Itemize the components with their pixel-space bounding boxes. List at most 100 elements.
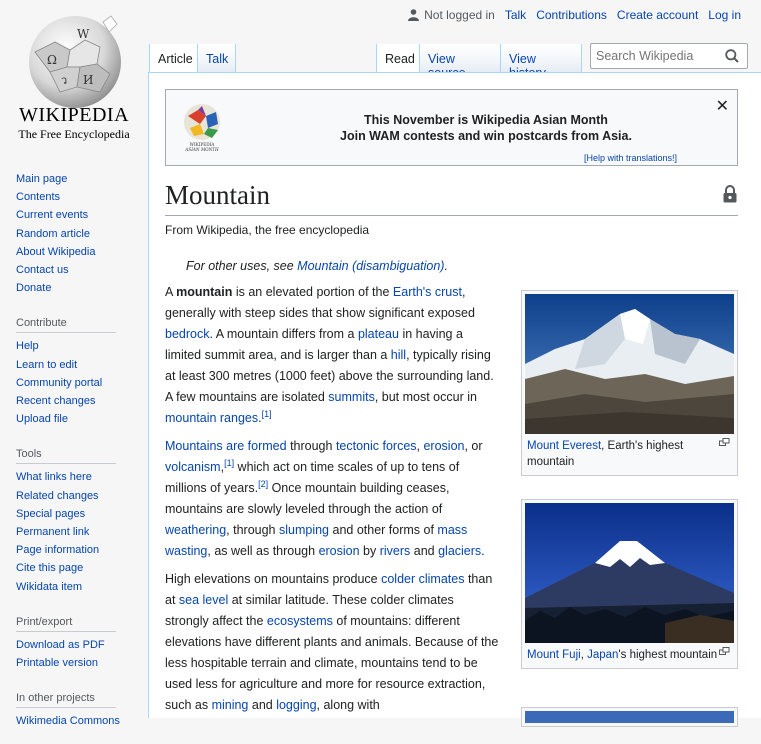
sidebar-item-cite-this-page: Cite this page	[16, 559, 148, 577]
talk-link[interactable]: Talk	[505, 8, 526, 22]
link-mountain-ranges[interactable]: mountain ranges	[165, 411, 258, 425]
mount-everest-link[interactable]: Mount Everest	[527, 440, 601, 452]
sidebar-link[interactable]: Special pages	[16, 508, 85, 520]
link-tectonic-forces[interactable]: tectonic forces	[336, 439, 417, 453]
link-volcanism[interactable]: volcanism	[165, 460, 221, 474]
help-translations-link[interactable]: [Help with translations!]	[584, 153, 677, 163]
search-icon[interactable]	[725, 49, 739, 63]
sidebar-link[interactable]: Contact us	[16, 264, 69, 276]
tab-view-source[interactable]: View source	[420, 44, 501, 80]
personal-tools: Not logged in Talk Contributions Create …	[408, 8, 741, 22]
tab-view-history[interactable]: View history	[501, 44, 582, 80]
mount-fuji-link[interactable]: Mount Fuji	[527, 649, 581, 661]
sidebar-item-permanent-link: Permanent link	[16, 523, 148, 541]
hatnote-prefix: For other uses, see	[186, 259, 298, 273]
sidebar-link[interactable]: Learn to edit	[16, 359, 77, 371]
content-area: WIKIPEDIA ASIAN MONTH This November is W…	[148, 72, 761, 727]
link-earths-crust[interactable]: Earth's crust	[393, 285, 462, 299]
hatnote-link[interactable]: Mountain (disambiguation)	[297, 259, 444, 273]
sidebar-link[interactable]: Download as PDF	[16, 639, 105, 651]
link-rivers[interactable]: rivers	[380, 544, 411, 558]
sidebar: Main page Contents Current events Random ar…	[0, 170, 148, 744]
magnify-icon[interactable]	[719, 438, 730, 446]
tab-article[interactable]: Article	[149, 44, 198, 72]
link-mining[interactable]: mining	[212, 698, 249, 712]
sidebar-link[interactable]: Cite this page	[16, 562, 83, 574]
sidebar-link[interactable]: Wikidata item	[16, 581, 82, 593]
sidebar-item-learn-to-edit: Learn to edit	[16, 356, 148, 374]
sidebar-link[interactable]: Community portal	[16, 377, 102, 389]
sidebar-link[interactable]: Main page	[16, 173, 67, 185]
link-sea-level[interactable]: sea level	[179, 593, 228, 607]
link-summits[interactable]: summits	[328, 390, 375, 404]
ref-1[interactable]: [1]	[262, 409, 272, 419]
ref-1b[interactable]: [1]	[224, 458, 234, 468]
link-erosion-2[interactable]: erosion	[319, 544, 360, 558]
link-colder-climates[interactable]: colder climates	[381, 572, 464, 586]
sidebar-item-wikimedia-commons: Wikimedia Commons	[16, 712, 148, 730]
sidebar-link[interactable]: Help	[16, 340, 39, 352]
sidebar-item-printable-version: Printable version	[16, 654, 148, 672]
not-logged-in: Not logged in	[408, 8, 495, 22]
link-hill[interactable]: hill	[391, 348, 406, 362]
link-erosion[interactable]: erosion	[423, 439, 464, 453]
sidebar-link[interactable]: Random article	[16, 228, 90, 240]
sidebar-contribute: Contribute Help Learn to edit Community po…	[0, 311, 148, 428]
sidebar-link[interactable]: Page information	[16, 544, 99, 556]
link-logging[interactable]: logging	[276, 698, 316, 712]
sidebar-link[interactable]: About Wikipedia	[16, 246, 96, 258]
sidebar-link[interactable]: Recent changes	[16, 395, 96, 407]
asian-month-logo[interactable]: WIKIPEDIA ASIAN MONTH	[178, 102, 226, 154]
sidebar-link[interactable]: Donate	[16, 282, 51, 294]
sidebar-link[interactable]: What links here	[16, 471, 92, 483]
magnify-icon[interactable]	[719, 647, 730, 655]
tools-heading: Tools	[16, 442, 116, 465]
contribute-heading: Contribute	[16, 311, 116, 334]
wikipedia-logo[interactable]: Ω W И ว WIKIPEDIA The Free Encyclopedia	[0, 0, 148, 150]
wikipedia-wordmark: WIKIPEDIA	[18, 104, 130, 126]
link-slumping[interactable]: slumping	[279, 523, 329, 537]
sidebar-item-help: Help	[16, 337, 148, 355]
wikipedia-globe-icon: Ω W И ว	[29, 15, 121, 108]
svg-text:Ω: Ω	[47, 53, 57, 67]
log-in-link[interactable]: Log in	[708, 8, 741, 22]
fuji-image[interactable]	[525, 503, 734, 643]
link-weathering[interactable]: weathering	[165, 523, 226, 537]
link-ecosystems[interactable]: ecosystems	[267, 614, 333, 628]
everest-image[interactable]	[525, 294, 734, 434]
third-image[interactable]	[525, 711, 734, 723]
link-plateau[interactable]: plateau	[358, 327, 399, 341]
fuji-caption-text: 's highest mountain	[618, 649, 718, 661]
paragraph-3: High elevations on mountains produce col…	[165, 572, 499, 712]
sidebar-link[interactable]: Wikimedia Commons	[16, 715, 120, 727]
contributions-link[interactable]: Contributions	[536, 8, 607, 22]
sidebar-item-special-pages: Special pages	[16, 505, 148, 523]
svg-text:ว: ว	[61, 74, 67, 87]
sidebar-link[interactable]: Related changes	[16, 490, 99, 502]
link-glaciers[interactable]: glaciers	[438, 544, 481, 558]
sidebar-item-what-links-here: What links here	[16, 468, 148, 486]
sidebar-link[interactable]: Permanent link	[16, 526, 89, 538]
search-input[interactable]	[591, 44, 715, 68]
tab-read[interactable]: Read	[376, 44, 420, 72]
tab-talk[interactable]: Talk	[198, 44, 236, 72]
sidebar-item-about-wikipedia: About Wikipedia	[16, 243, 148, 261]
sidebar-link[interactable]: Printable version	[16, 657, 98, 669]
create-account-link[interactable]: Create account	[617, 8, 698, 22]
sidebar-item-current-events: Current events	[16, 206, 148, 224]
link-bedrock[interactable]: bedrock	[165, 327, 209, 341]
thumbnail-caption: Mount Everest, Earth's highest mountain	[525, 434, 734, 472]
sidebar-link[interactable]: Contents	[16, 191, 60, 203]
link-mountains-are-formed[interactable]: Mountains are formed	[165, 439, 287, 453]
ref-2[interactable]: [2]	[258, 479, 268, 489]
japan-link[interactable]: Japan	[587, 649, 618, 661]
tab-talk-label: Talk	[206, 52, 229, 66]
lock-icon[interactable]	[723, 185, 737, 203]
sidebar-item-contents: Contents	[16, 188, 148, 206]
wikipedia-tagline: The Free Encyclopedia	[18, 127, 130, 141]
site-subtitle: From Wikipedia, the free encyclopedia	[165, 223, 370, 237]
sidebar-link[interactable]: Upload file	[16, 413, 68, 425]
not-logged-in-label: Not logged in	[424, 8, 495, 22]
sidebar-link[interactable]: Current events	[16, 209, 88, 221]
close-icon[interactable]: ✕	[716, 96, 729, 116]
